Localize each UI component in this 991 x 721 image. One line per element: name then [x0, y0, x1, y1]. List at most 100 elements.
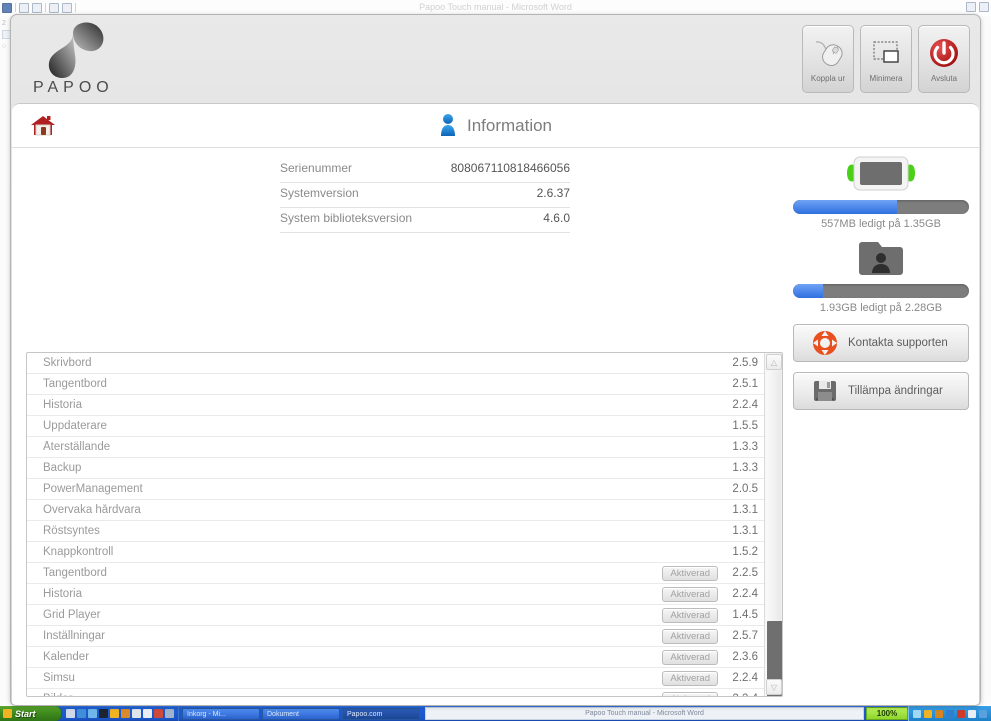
tray-icon-3[interactable]	[935, 709, 943, 718]
kontakta-supporten-button[interactable]: Kontakta supporten	[793, 324, 969, 362]
floppy-save-icon	[812, 378, 838, 404]
table-row[interactable]: Historia Aktiverad 2.2.4	[27, 584, 764, 605]
module-name: Röstsyntes	[43, 525, 100, 537]
module-name: Uppdaterare	[43, 420, 107, 432]
info-row: Systemversion 2.6.37	[280, 183, 570, 208]
module-name: Historia	[43, 399, 82, 411]
table-row[interactable]: Knappkontroll 1.5.2	[27, 542, 764, 563]
word-print-icon	[62, 2, 72, 13]
info-row-key: System biblioteksversion	[280, 211, 413, 225]
minimera-label: Minimera	[869, 74, 903, 83]
table-row[interactable]: Historia 2.2.4	[27, 395, 764, 416]
table-row[interactable]: Röstsyntes 1.3.1	[27, 521, 764, 542]
table-row[interactable]: PowerManagement 2.0.5	[27, 479, 764, 500]
table-row[interactable]: Backup 1.3.3	[27, 458, 764, 479]
ql-icon-10[interactable]	[165, 709, 174, 718]
taskbar-zoom-indicator: 100%	[866, 707, 908, 720]
ql-icon-9[interactable]	[154, 709, 163, 718]
ql-icon-6[interactable]	[121, 709, 130, 718]
status-badge[interactable]: Aktiverad	[662, 586, 718, 602]
ql-icon-3[interactable]	[88, 709, 97, 718]
tray-icon-4[interactable]	[946, 709, 954, 718]
power-off-icon	[927, 33, 961, 73]
ql-icon-7[interactable]	[132, 709, 141, 718]
scrollbar-track[interactable]	[766, 371, 782, 696]
start-label: Start	[15, 708, 36, 719]
ql-icon-8[interactable]	[143, 709, 152, 718]
table-row[interactable]: Återställande 1.3.3	[27, 437, 764, 458]
tray-icon-7[interactable]	[979, 709, 987, 718]
tray-icon-2[interactable]	[924, 709, 932, 718]
table-row[interactable]: Tangentbord Aktiverad 2.2.5	[27, 563, 764, 584]
module-version: 2.5.9	[732, 357, 758, 369]
user-storage-block: 1.93GB ledigt på 2.28GB	[787, 234, 975, 314]
page-title-bar: Information	[12, 104, 979, 148]
windows-taskbar: Start Inkorg - Mi... Dokument Papoo.com …	[0, 706, 991, 721]
papoo-application-window: PAPOO Koppla ur Minimera Avsluta Informa…	[10, 14, 981, 706]
task-button[interactable]: Papoo.com	[342, 707, 420, 720]
table-row[interactable]: Tangentbord 2.5.1	[27, 374, 764, 395]
status-badge[interactable]: Aktiverad	[662, 670, 718, 686]
tillampa-andringar-label: Tillämpa ändringar	[848, 385, 943, 397]
ql-icon-2[interactable]	[77, 709, 86, 718]
task-button[interactable]: Inkorg - Mi...	[182, 707, 260, 720]
koppla-ur-button[interactable]: Koppla ur	[802, 25, 854, 93]
info-row-value: 2.6.37	[536, 186, 570, 200]
table-row[interactable]: Övervaka hårdvara 1.3.1	[27, 500, 764, 521]
module-name: Simsu	[43, 672, 75, 684]
table-row[interactable]: Grid Player Aktiverad 1.4.5	[27, 605, 764, 626]
module-name: Knappkontroll	[43, 546, 114, 558]
scroll-up-arrow-icon[interactable]: △	[766, 354, 782, 370]
table-row[interactable]: Simsu Aktiverad 2.2.4	[27, 668, 764, 689]
avsluta-label: Avsluta	[930, 74, 958, 83]
module-name: Tangentbord	[43, 378, 107, 390]
module-version: 1.3.3	[732, 441, 758, 453]
device-storage-bar-fill	[793, 200, 897, 214]
scroll-down-arrow-icon[interactable]: ▽	[766, 679, 782, 695]
word-save-icon	[19, 2, 29, 13]
status-badge[interactable]: Aktiverad	[662, 607, 718, 623]
quick-launch-bar	[62, 706, 179, 721]
table-row[interactable]: Inställningar Aktiverad 2.5.7	[27, 626, 764, 647]
tray-icon-5[interactable]	[957, 709, 965, 718]
system-tray	[908, 706, 991, 721]
module-version: 2.0.5	[732, 483, 758, 495]
status-badge[interactable]: Aktiverad	[662, 649, 718, 665]
koppla-ur-label: Koppla ur	[810, 74, 846, 83]
tillampa-andringar-button[interactable]: Tillämpa ändringar	[793, 372, 969, 410]
module-name: PowerManagement	[43, 483, 143, 495]
page-title-group: Information	[12, 104, 979, 148]
module-list-scrollbar[interactable]: △ ▽	[764, 353, 782, 696]
mouse-unplug-icon	[811, 33, 845, 73]
windows-flag-icon	[3, 709, 12, 718]
ql-icon-5[interactable]	[110, 709, 119, 718]
papoo-logo-mark	[48, 22, 104, 79]
taskbar-task-buttons: Inkorg - Mi... Dokument Papoo.com	[179, 706, 423, 721]
table-row[interactable]: BilderAktiverad 2.2.4	[27, 689, 764, 696]
info-row-value: 4.6.0	[543, 211, 570, 225]
tray-icon-6[interactable]	[968, 709, 976, 718]
avsluta-button[interactable]: Avsluta	[918, 25, 970, 93]
start-button[interactable]: Start	[0, 706, 62, 721]
task-button[interactable]: Dokument	[262, 707, 340, 720]
tray-icon-1[interactable]	[913, 709, 921, 718]
module-name: Historia	[43, 588, 82, 600]
status-badge[interactable]: Aktiverad	[662, 691, 718, 696]
system-info-table: Serienummer 808067110818466056 Systemversi…	[280, 158, 570, 233]
ql-icon-1[interactable]	[66, 709, 75, 718]
module-version: 2.5.7	[732, 630, 758, 642]
table-row[interactable]: Skrivbord 2.5.9	[27, 353, 764, 374]
status-badge[interactable]: Aktiverad	[662, 565, 718, 581]
device-storage-label: 557MB ledigt på 1.35GB	[821, 218, 941, 230]
table-row[interactable]: Kalender Aktiverad 2.3.6	[27, 647, 764, 668]
status-badge[interactable]: Aktiverad	[662, 628, 718, 644]
minimera-button[interactable]: Minimera	[860, 25, 912, 93]
papoo-logo: PAPOO	[29, 21, 149, 101]
word-restore-icon	[966, 2, 976, 12]
ql-icon-4[interactable]	[99, 709, 108, 718]
info-row-key: Serienummer	[280, 161, 353, 175]
module-name: Skrivbord	[43, 357, 92, 369]
user-storage-bar-fill	[793, 284, 823, 298]
taskbar-document-strip[interactable]: Papoo Touch manual - Microsoft Word	[425, 707, 864, 720]
table-row[interactable]: Uppdaterare 1.5.5	[27, 416, 764, 437]
